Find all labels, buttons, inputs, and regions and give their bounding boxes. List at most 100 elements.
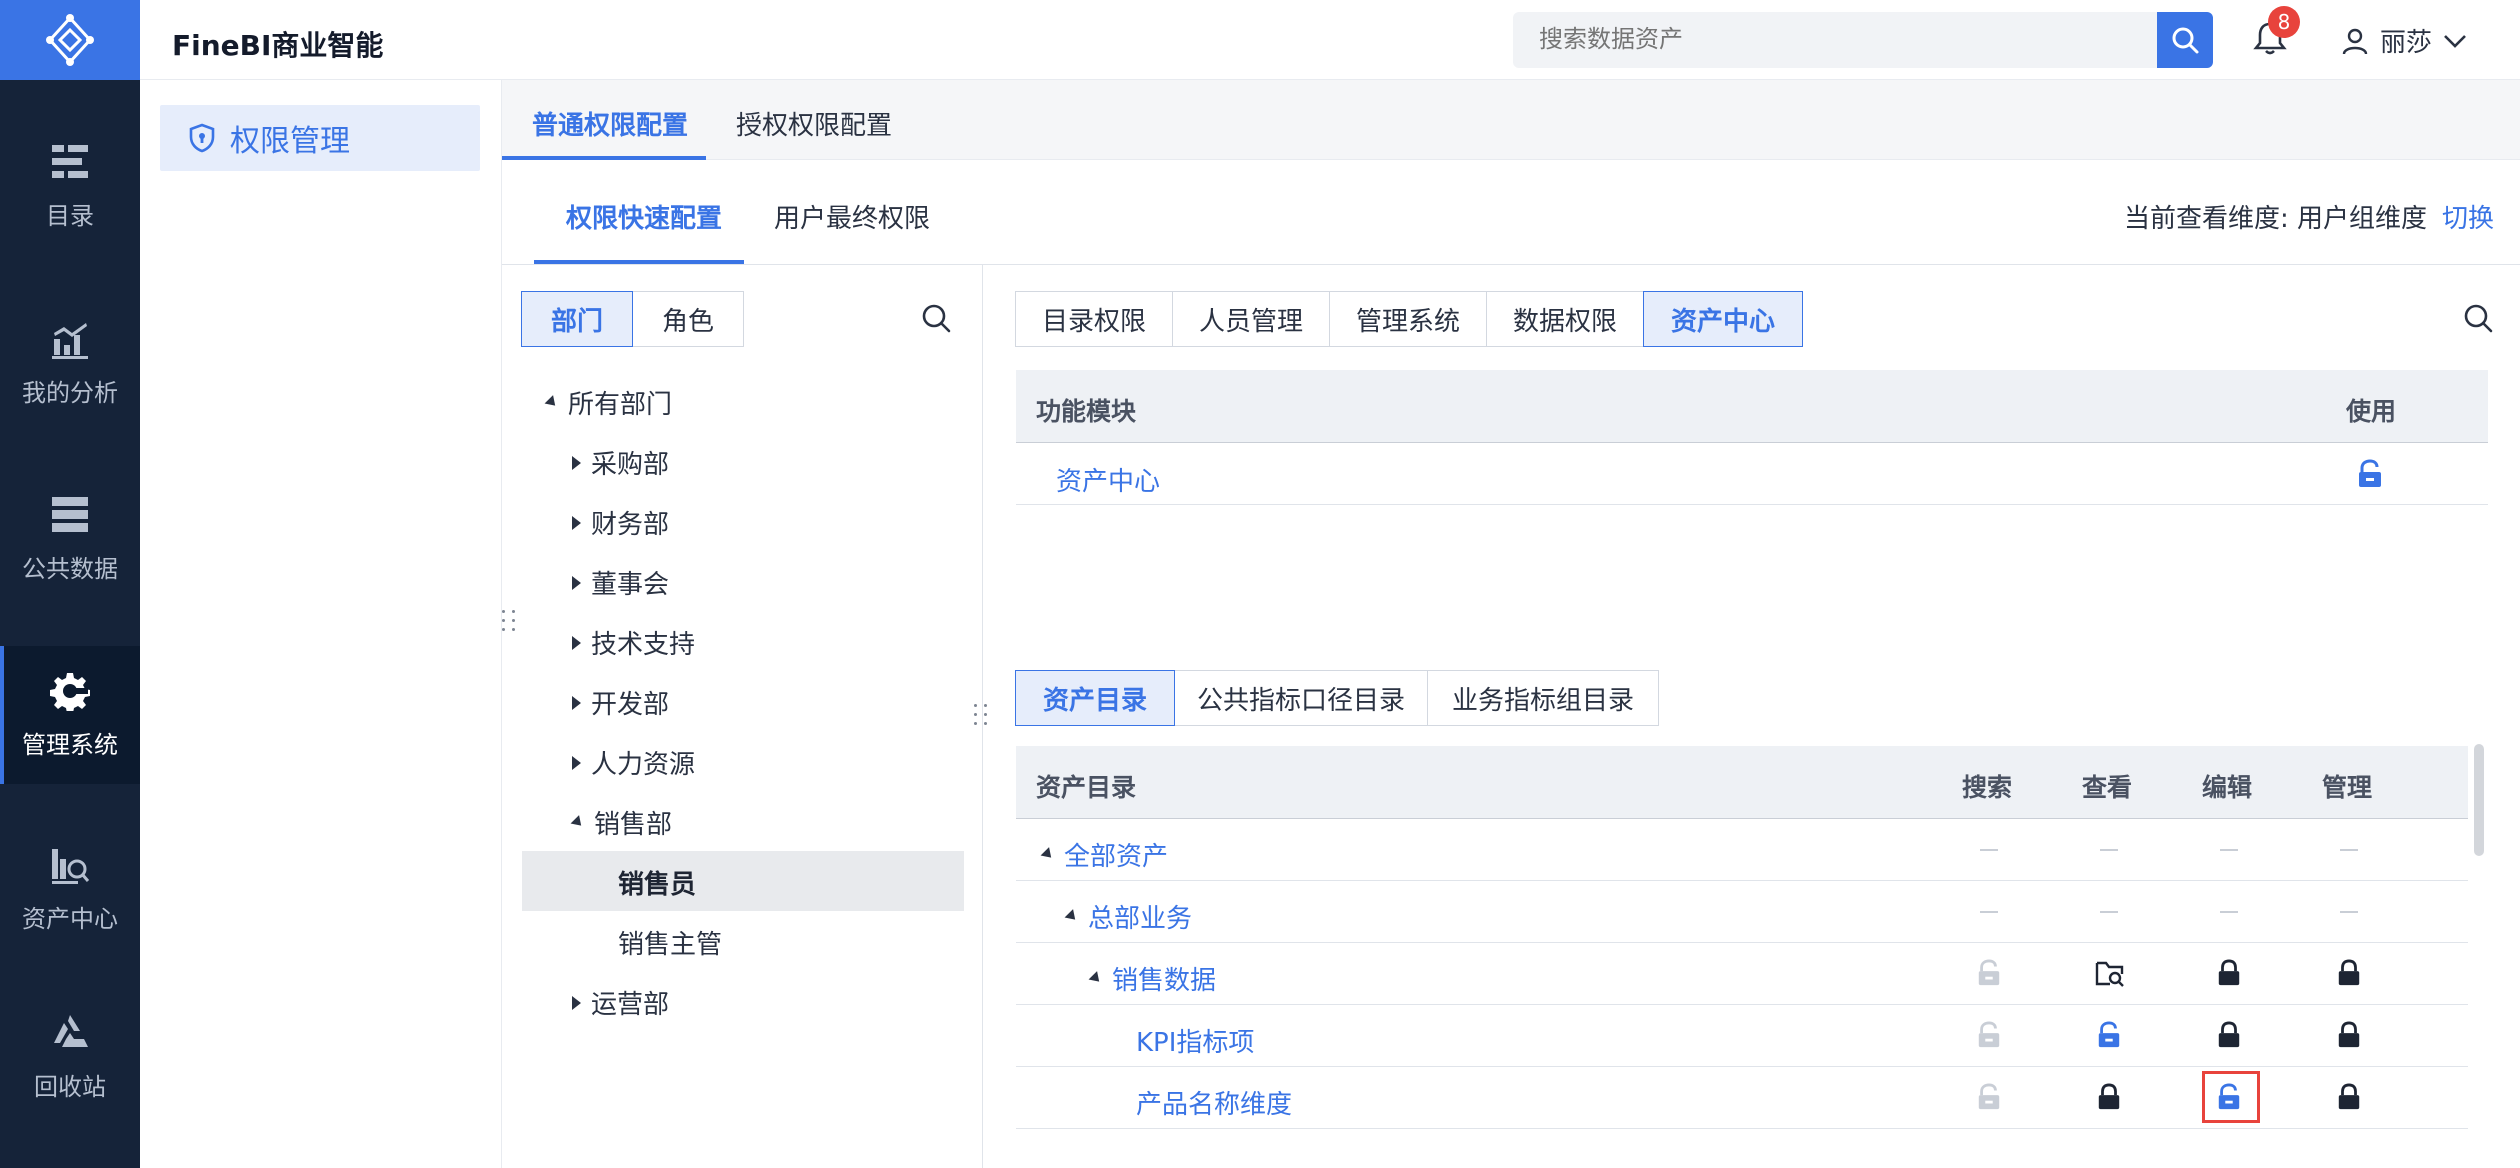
tree-node-department[interactable]: 人力资源 [572,744,695,781]
chevron-down-icon [2444,34,2466,48]
asset-row-sales-data[interactable]: 销售数据 [1088,960,1216,997]
segment-role[interactable]: 角色 [632,291,744,347]
tree-node-department[interactable]: 销售部 [570,804,673,841]
main-content: 普通权限配置 授权权限配置 权限快速配置 用户最终权限 当前查看维度: 用户组维… [502,80,2520,1168]
user-menu[interactable]: 丽莎 [2340,22,2468,59]
management-gear-icon [50,672,90,711]
tree-node-label: 销售部 [594,810,673,840]
tree-node-salesperson[interactable]: 销售员 [618,864,696,901]
tab-user-final-permission[interactable]: 用户最终权限 [774,198,930,235]
no-permission-dash [2100,911,2118,913]
tab-data-permission[interactable]: 数据权限 [1486,291,1644,347]
folder-search-icon[interactable] [2094,958,2126,988]
column-header: 资产目录 [1036,773,1137,802]
tree-node-sales-manager[interactable]: 销售主管 [618,924,722,961]
nav-label: 目录 [46,201,94,230]
tab-business-metric-catalog[interactable]: 业务指标组目录 [1427,670,1659,726]
tree-node-label: 财务部 [591,510,670,540]
tab-authorization-permission[interactable]: 授权权限配置 [736,105,892,142]
collapsed-arrow-icon [572,755,581,770]
unlock-gray-icon [1978,1083,2000,1110]
department-role-switch: 部门 角色 [521,291,744,347]
nav-item-recycle-bin[interactable]: 回收站 [0,988,140,1126]
settings-sidebar: 权限管理 [140,80,502,1168]
tab-quick-config[interactable]: 权限快速配置 [566,198,722,235]
asset-row-hq-business[interactable]: 总部业务 [1064,898,1192,935]
asset-center-icon [52,848,90,884]
function-table-header: 功能模块 使用 [1016,370,2488,442]
lock-icon[interactable] [2336,958,2362,988]
tree-node-label: 运营部 [591,990,670,1020]
nav-item-asset-center[interactable]: 资产中心 [0,820,140,958]
tree-node-department[interactable]: 采购部 [572,444,669,481]
search-icon[interactable] [920,302,952,334]
main-nav: 目录 我的分析 公共数据 管理系统 资产中心 回收站 [0,0,140,1168]
vertical-scrollbar[interactable] [2474,744,2484,856]
lock-icon[interactable] [2336,1082,2362,1112]
nav-label: 管理系统 [22,730,118,759]
tab-public-metric-catalog[interactable]: 公共指标口径目录 [1174,670,1428,726]
no-permission-dash [2340,911,2358,913]
expanded-arrow-icon [570,815,586,830]
tab-personnel-management[interactable]: 人员管理 [1172,291,1330,347]
lock-icon[interactable] [2336,1020,2362,1050]
nav-item-catalog[interactable]: 目录 [0,117,140,255]
search-icon[interactable] [2462,302,2494,334]
selected-row-highlight [522,851,964,911]
collapsed-arrow-icon [572,695,581,710]
tab-management-system[interactable]: 管理系统 [1329,291,1487,347]
dimension-prefix: 当前查看维度: [2124,204,2289,234]
unlock-gray-icon [1978,959,2000,986]
dimension-label: 当前查看维度: 用户组维度 [2124,198,2427,235]
tree-node-label: 开发部 [591,690,670,720]
switch-dimension-link[interactable]: 切换 [2442,198,2494,235]
finebi-logo-icon[interactable] [0,0,140,80]
lock-icon[interactable] [2216,1020,2242,1050]
tab-asset-center[interactable]: 资产中心 [1643,291,1803,347]
public-data-icon [52,496,88,532]
asset-row-product-name-dimension[interactable]: 产品名称维度 [1136,1084,1292,1121]
tab-normal-permission[interactable]: 普通权限配置 [532,105,688,142]
tree-node-department[interactable]: 财务部 [572,504,669,541]
tree-node-department[interactable]: 运营部 [572,984,669,1021]
no-permission-dash [1980,849,1998,851]
lock-icon[interactable] [2096,1082,2122,1112]
no-permission-dash [1980,911,1998,913]
tab-catalog-permission[interactable]: 目录权限 [1015,291,1173,347]
unlock-icon[interactable] [2356,459,2384,489]
collapsed-arrow-icon [572,995,581,1010]
user-name: 丽莎 [2380,28,2433,58]
sidebar-item-permission-management[interactable]: 权限管理 [160,105,480,171]
collapsed-arrow-icon [572,575,581,590]
tree-node-department[interactable]: 董事会 [572,564,669,601]
unlock-icon[interactable] [2096,1020,2122,1050]
unlock-gray-icon [1978,1021,2000,1048]
nav-item-public-data[interactable]: 公共数据 [0,470,140,608]
asset-row-all-assets[interactable]: 全部资产 [1040,836,1169,873]
nav-label: 资产中心 [22,904,118,933]
column-header: 管理 [2322,773,2373,802]
asset-row-kpi-items[interactable]: KPI指标项 [1136,1022,1254,1059]
tree-node-department[interactable]: 技术支持 [572,624,695,661]
tab-asset-catalog[interactable]: 资产目录 [1015,670,1175,726]
lock-icon[interactable] [2216,958,2242,988]
nav-item-management[interactable]: 管理系统 [0,646,140,784]
catalog-icon [52,144,88,178]
nav-item-my-analysis[interactable]: 我的分析 [0,294,140,432]
tree-node-department[interactable]: 开发部 [572,684,669,721]
permission-type-tabs: 目录权限 人员管理 管理系统 数据权限 资产中心 [1015,291,1803,347]
resize-handle[interactable] [974,704,988,725]
column-header: 查看 [2082,773,2133,802]
segment-department[interactable]: 部门 [521,291,633,347]
tree-node-label: 技术支持 [591,630,696,660]
asset-row-label: 全部资产 [1064,842,1169,872]
shield-icon [189,123,215,153]
search-input[interactable] [1513,12,2159,68]
search-button[interactable] [2157,12,2213,68]
highlight-box [2202,1071,2260,1123]
tree-node-all-departments[interactable]: 所有部门 [544,384,673,421]
resize-handle[interactable] [502,610,516,631]
dimension-value: 用户组维度 [2297,204,2428,234]
tree-node-label: 所有部门 [568,390,673,420]
function-row-asset-center[interactable]: 资产中心 [1056,461,1160,498]
